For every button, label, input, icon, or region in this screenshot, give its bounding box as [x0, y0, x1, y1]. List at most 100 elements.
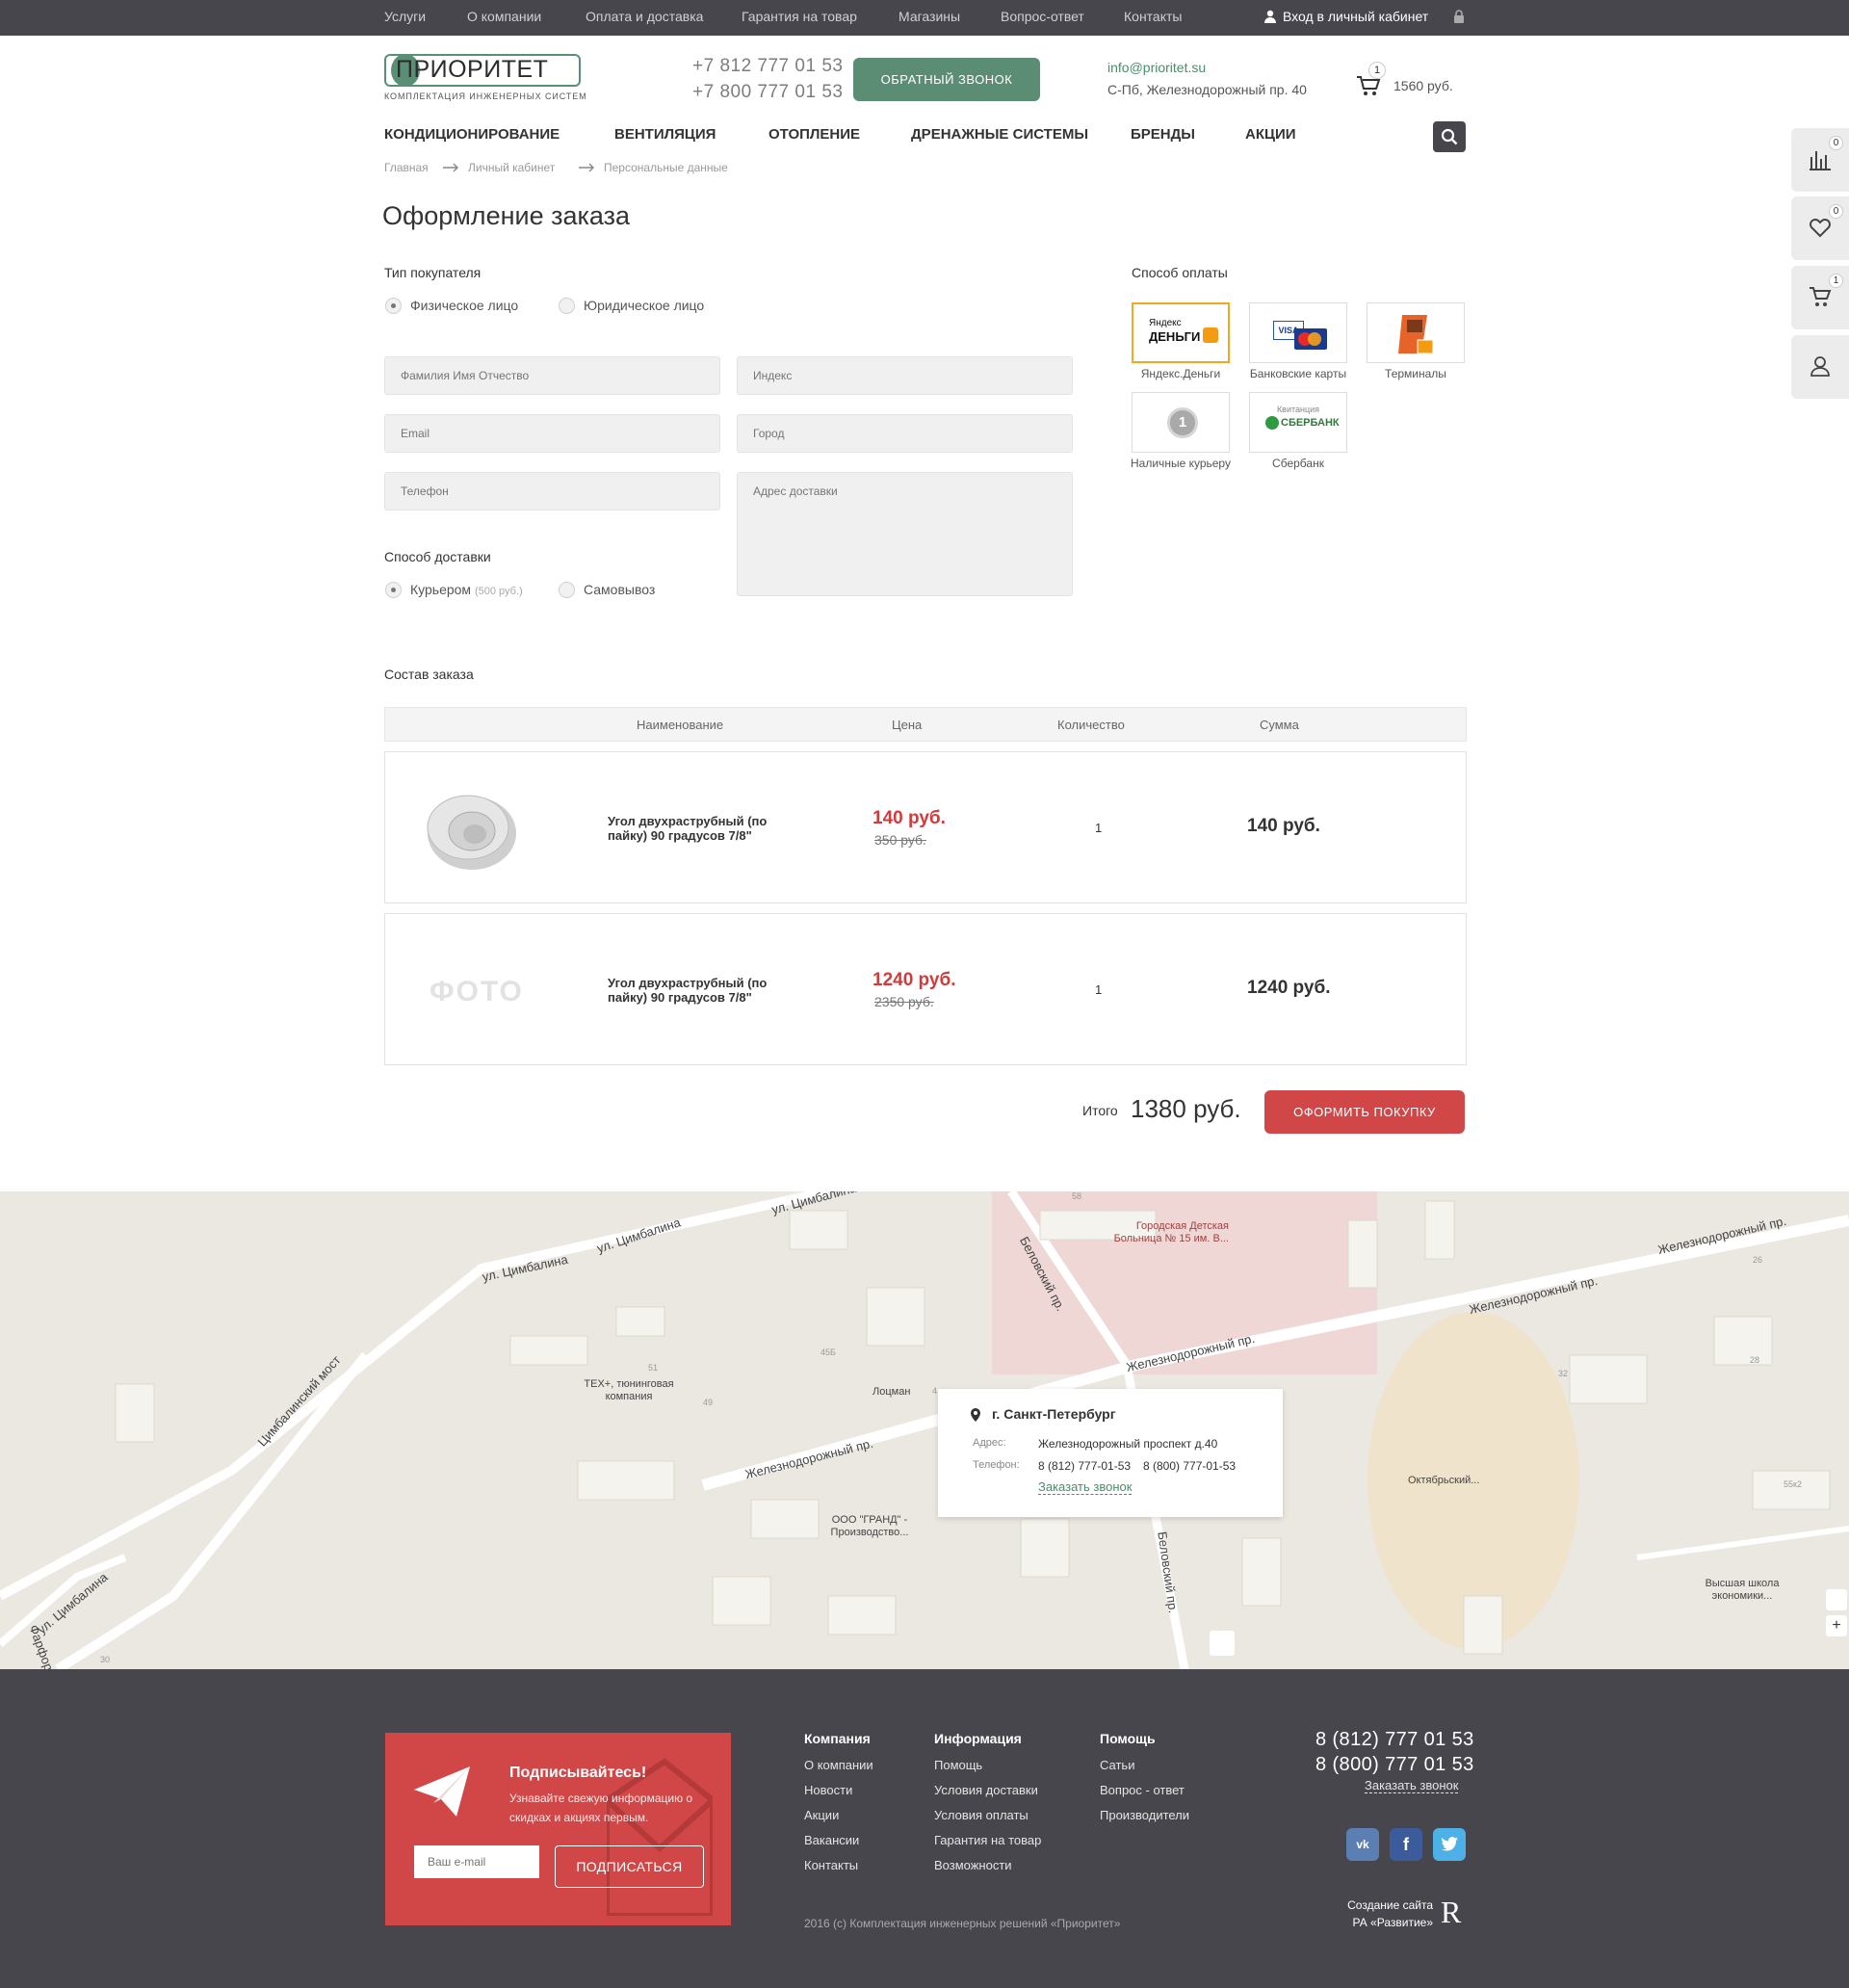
breadcrumb-cabinet[interactable]: Личный кабинет	[468, 161, 555, 174]
col-name: Наименование	[637, 718, 724, 732]
payment-cash-label[interactable]: Наличные курьеру	[1122, 456, 1239, 471]
topnav-faq[interactable]: Вопрос-ответ	[1001, 9, 1084, 24]
map[interactable]: ул. Цимбалина ул. Цимбалина ул. Цимбалин…	[0, 1191, 1849, 1669]
vk-icon[interactable]: vk	[1346, 1828, 1379, 1861]
callback-button[interactable]: ОБРАТНЫЙ ЗВОНОК	[853, 58, 1040, 101]
index-input[interactable]	[737, 356, 1073, 395]
payment-terminals-label[interactable]: Терминалы	[1357, 366, 1474, 381]
twitter-icon[interactable]	[1433, 1828, 1466, 1861]
email-input[interactable]	[384, 414, 720, 453]
address-textarea[interactable]	[737, 472, 1073, 596]
product-name[interactable]: Угол двухраструбный (по пайку) 90 градус…	[608, 814, 800, 843]
search-button[interactable]	[1433, 121, 1466, 152]
product-qty[interactable]: 1	[1095, 982, 1102, 997]
map-card-phone-2[interactable]: 8 (800) 777-01-53	[1143, 1459, 1236, 1473]
product-name[interactable]: Угол двухраструбный (по пайку) 90 градус…	[608, 976, 800, 1005]
payment-cash[interactable]: 1	[1132, 392, 1230, 453]
map-zoom-in-button[interactable]: +	[1826, 1615, 1847, 1636]
order-row: Угол двухраструбный (по пайку) 90 градус…	[384, 751, 1467, 903]
subscribe-button[interactable]: ПОДПИСАТЬСЯ	[555, 1845, 704, 1888]
sidebar-account[interactable]	[1791, 335, 1849, 399]
footer-link[interactable]: Условия доставки	[934, 1783, 1038, 1797]
user-icon	[1264, 10, 1276, 23]
login-label: Вход в личный кабинет	[1283, 9, 1429, 24]
footer-link[interactable]: О компании	[804, 1758, 873, 1772]
footer-callback-link[interactable]: Заказать звонок	[1365, 1778, 1459, 1793]
logo[interactable]: ПРИОРИТЕТ КОМПЛЕКТАЦИЯ ИНЖЕНЕРНЫХ СИСТЕМ	[384, 54, 586, 106]
product-image[interactable]	[424, 783, 520, 872]
payment-terminals[interactable]	[1367, 302, 1465, 363]
arrow-right-icon	[579, 163, 594, 172]
map-locate-button[interactable]	[1210, 1631, 1235, 1656]
phone-input[interactable]	[384, 472, 720, 510]
buyer-type-label: Тип покупателя	[384, 265, 482, 280]
sidebar-cart[interactable]: 1	[1791, 266, 1849, 329]
payment-sberbank[interactable]: Квитанция СБЕРБАНК	[1249, 392, 1347, 453]
map-card-phone-1[interactable]: 8 (812) 777-01-53	[1038, 1459, 1131, 1473]
radio-courier[interactable]	[385, 582, 402, 598]
topnav-warranty[interactable]: Гарантия на товар	[742, 9, 857, 24]
footer-link[interactable]: Условия оплаты	[934, 1808, 1029, 1822]
radio-individual-label[interactable]: Физическое лицо	[410, 298, 518, 313]
radio-legal-entity[interactable]	[559, 298, 575, 314]
chart-icon	[1810, 151, 1831, 170]
payment-sberbank-label[interactable]: Сбербанк	[1239, 456, 1357, 471]
nav-brands[interactable]: БРЕНДЫ	[1131, 126, 1195, 143]
topnav-payment-delivery[interactable]: Оплата и доставка	[586, 9, 703, 24]
nav-ventilation[interactable]: ВЕНТИЛЯЦИЯ	[614, 126, 716, 143]
sidebar-favorites[interactable]: 0	[1791, 196, 1849, 260]
footer-phone-2[interactable]: 8 (800) 777 01 53	[1315, 1754, 1474, 1776]
topnav-services[interactable]: Услуги	[384, 9, 426, 24]
payment-cards-label[interactable]: Банковские карты	[1239, 366, 1357, 381]
payment-yandex-label[interactable]: Яндекс.Деньги	[1122, 366, 1239, 381]
photo-placeholder[interactable]: ФОТО	[430, 976, 524, 1008]
header-phone-2[interactable]: +7 800 777 01 53	[692, 82, 843, 103]
payment-cards[interactable]: VISA	[1249, 302, 1347, 363]
col-price: Цена	[892, 718, 923, 732]
footer-link[interactable]: Сатьи	[1100, 1758, 1134, 1772]
subscribe-email-input[interactable]	[414, 1845, 539, 1878]
footer-link[interactable]: Новости	[804, 1783, 852, 1797]
nav-conditioning[interactable]: КОНДИЦИОНИРОВАНИЕ	[384, 126, 560, 143]
radio-legal-entity-label[interactable]: Юридическое лицо	[584, 298, 704, 313]
footer-link[interactable]: Помощь	[934, 1758, 982, 1772]
topnav-about[interactable]: О компании	[467, 9, 541, 24]
footer-phone-1[interactable]: 8 (812) 777 01 53	[1315, 1729, 1474, 1751]
footer-link[interactable]: Акции	[804, 1808, 839, 1822]
fio-input[interactable]	[384, 356, 720, 395]
radio-individual[interactable]	[385, 298, 402, 314]
header-phone-1[interactable]: +7 812 777 01 53	[692, 56, 843, 77]
product-qty[interactable]: 1	[1095, 821, 1102, 835]
topnav-contacts[interactable]: Контакты	[1124, 9, 1182, 24]
sidebar-compare[interactable]: 0	[1791, 128, 1849, 192]
footer-link[interactable]: Возможности	[934, 1858, 1012, 1872]
cart-sum[interactable]: 1560 руб.	[1393, 78, 1453, 93]
col-sum: Сумма	[1260, 718, 1299, 732]
developer-logo[interactable]: R	[1441, 1895, 1461, 1930]
user-icon	[1810, 356, 1830, 377]
map-info-card: г. Санкт-Петербург Адрес: Железнодорожны…	[938, 1389, 1283, 1517]
map-locate-button[interactable]	[1826, 1589, 1847, 1610]
facebook-icon[interactable]: f	[1390, 1828, 1422, 1861]
footer-credit-line1: Создание сайта	[1347, 1898, 1433, 1912]
payment-yandex[interactable]: Яндекс ДЕНЬГИ	[1132, 302, 1230, 363]
nav-sales[interactable]: АКЦИИ	[1245, 126, 1296, 143]
radio-courier-label[interactable]: Курьером (500 руб.)	[410, 582, 523, 597]
breadcrumb-home[interactable]: Главная	[384, 161, 429, 174]
map-card-callback-link[interactable]: Заказать звонок	[1038, 1479, 1133, 1495]
checkout-button[interactable]: ОФОРМИТЬ ПОКУПКУ	[1264, 1090, 1465, 1134]
topnav-shops[interactable]: Магазины	[898, 9, 960, 24]
city-input[interactable]	[737, 414, 1073, 453]
footer-link[interactable]: Вопрос - ответ	[1100, 1783, 1185, 1797]
nav-heating[interactable]: ОТОПЛЕНИЕ	[768, 126, 860, 143]
radio-pickup[interactable]	[559, 582, 575, 598]
radio-pickup-label[interactable]: Самовывоз	[584, 582, 655, 597]
footer-link[interactable]: Вакансии	[804, 1833, 859, 1847]
header-email[interactable]: info@prioritet.su	[1107, 60, 1206, 75]
delivery-label: Способ доставки	[384, 549, 491, 564]
footer-link[interactable]: Гарантия на товар	[934, 1833, 1041, 1847]
nav-drainage[interactable]: ДРЕНАЖНЫЕ СИСТЕМЫ	[911, 126, 1088, 143]
login-link[interactable]: Вход в личный кабинет	[1263, 9, 1428, 24]
footer-link[interactable]: Производители	[1100, 1808, 1189, 1822]
footer-link[interactable]: Контакты	[804, 1858, 858, 1872]
